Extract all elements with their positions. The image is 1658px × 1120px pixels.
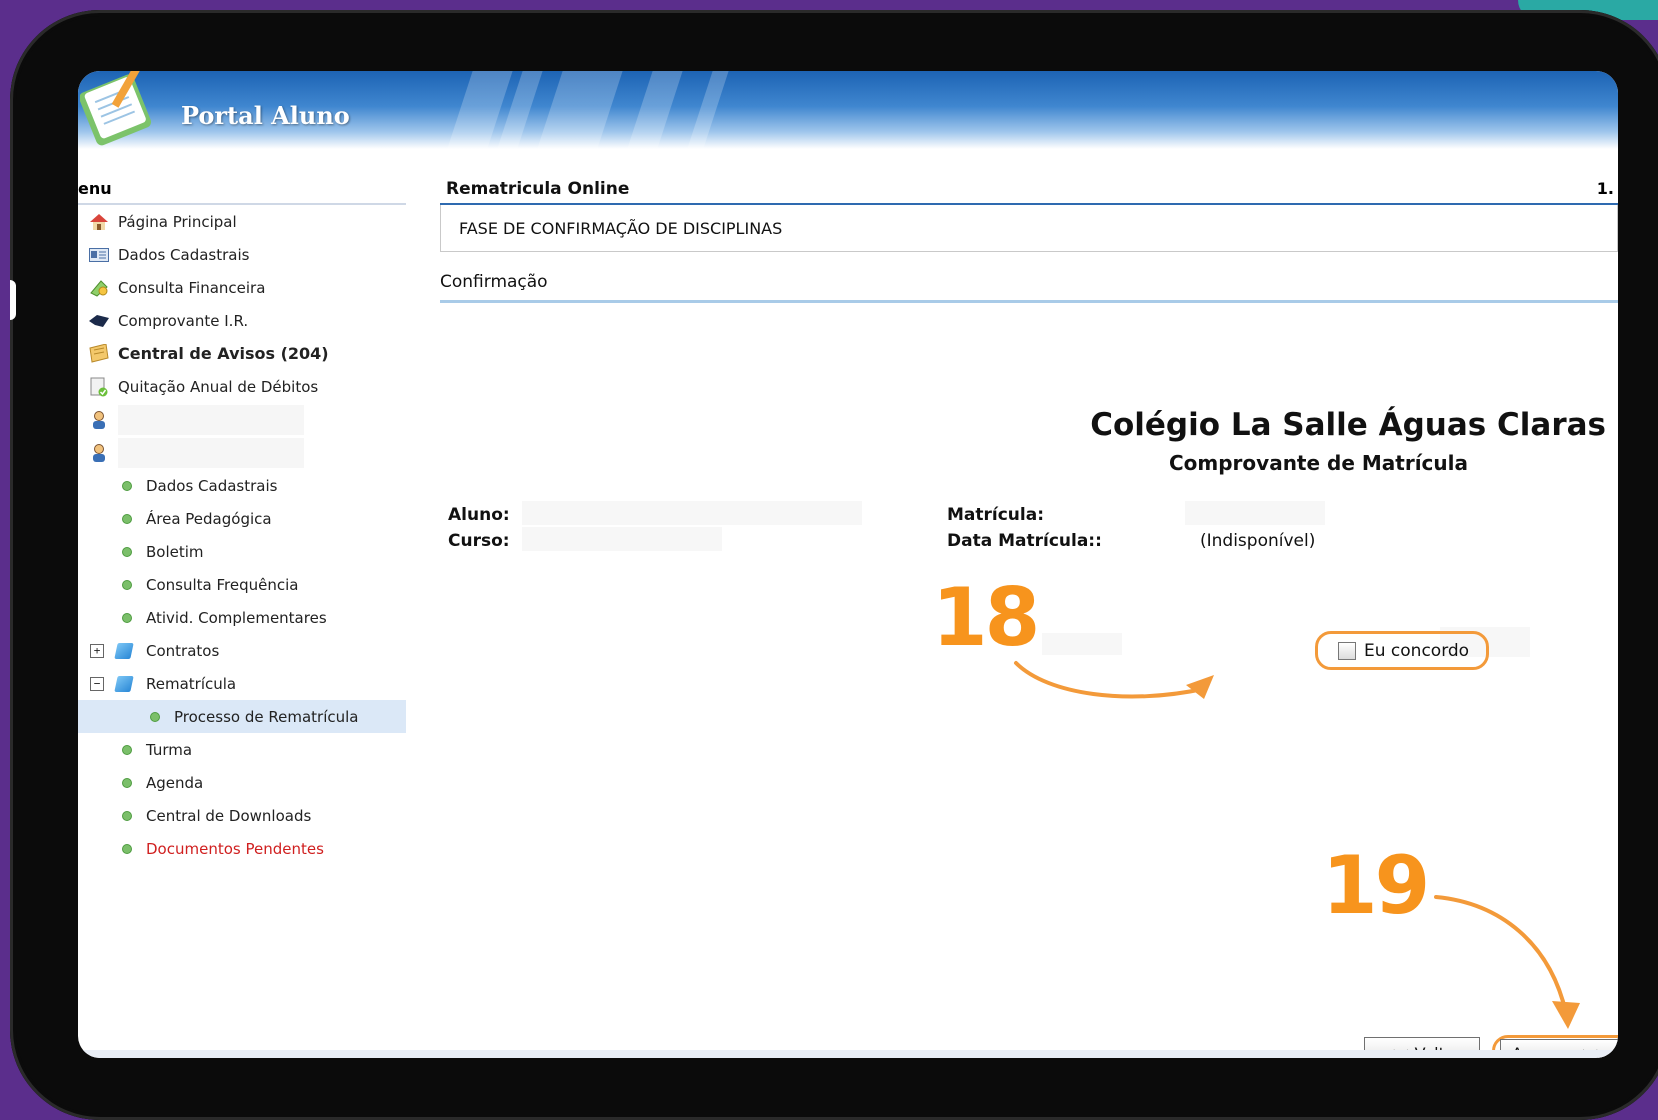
phase-box: FASE DE CONFIRMAÇÃO DE DISCIPLINAS xyxy=(440,205,1618,252)
sidebar-item-label: Dados Cadastrais xyxy=(146,476,278,495)
folder-icon xyxy=(114,642,134,659)
sidebar-item-consulta-financeira[interactable]: Consulta Financeira xyxy=(78,271,406,304)
sidebar-item-label: Rematrícula xyxy=(146,674,237,693)
tablet-side-button xyxy=(10,280,16,320)
section-page-indicator: 1. xyxy=(1596,179,1614,198)
bullet-icon xyxy=(122,480,132,491)
sidebar-item-label: Turma xyxy=(146,740,193,759)
sidebar-item-label: Ativid. Complementares xyxy=(146,608,327,627)
document-title: Comprovante de Matrícula xyxy=(1168,451,1468,475)
agree-label: Eu concordo xyxy=(1364,640,1470,661)
sidebar-item-label: Consulta Frequência xyxy=(146,575,299,594)
sidebar-item-user-2[interactable] xyxy=(78,436,406,469)
redacted-curso xyxy=(522,527,722,551)
confirmation-heading: Confirmação xyxy=(440,272,1618,303)
folder-icon xyxy=(114,675,134,692)
phase-label: FASE DE CONFIRMAÇÃO DE DISCIPLINAS xyxy=(459,218,783,238)
sidebar-item-user-1[interactable] xyxy=(78,403,406,436)
section-title: Rematricula Online xyxy=(440,179,1618,205)
sidebar-item-pagina-principal[interactable]: Página Principal xyxy=(78,205,406,238)
screen-bottom-bar xyxy=(78,1050,1618,1058)
school-name: Colégio La Salle Águas Claras xyxy=(1090,407,1606,443)
sidebar-item-label: Dados Cadastrais xyxy=(118,245,250,264)
app-title: Portal Aluno xyxy=(181,101,350,130)
house-icon xyxy=(88,212,110,232)
sidebar-item-label: Área Pedagógica xyxy=(146,509,272,528)
sidebar-item-label: Quitação Anual de Débitos xyxy=(118,377,319,396)
sidebar-item-dados-cadastrais-aluno[interactable]: Dados Cadastrais xyxy=(78,469,406,502)
bullet-icon xyxy=(122,579,132,590)
bullet-icon xyxy=(122,513,132,524)
data-matricula-value: (Indisponível) xyxy=(1200,531,1316,551)
sidebar-item-turma[interactable]: Turma xyxy=(78,733,406,766)
sidebar-item-dados-cadastrais[interactable]: Dados Cadastrais xyxy=(78,238,406,271)
header-banner: Portal Aluno xyxy=(78,71,1618,149)
redacted-matricula xyxy=(1185,501,1325,525)
sidebar-item-consulta-frequencia[interactable]: Consulta Frequência xyxy=(78,568,406,601)
money-icon xyxy=(88,278,110,298)
id-card-icon xyxy=(88,245,110,265)
matricula-label: Matrícula: xyxy=(947,505,1045,525)
sidebar-item-central-de-avisos[interactable]: Central de Avisos (204) xyxy=(78,337,406,370)
user-icon xyxy=(88,443,110,463)
main-content: Rematricula Online 1. FASE DE CONFIRMAÇÃ… xyxy=(440,179,1618,1058)
collapse-icon[interactable]: − xyxy=(90,676,104,691)
sidebar: enu Página Principal Dados Cadastrais Co… xyxy=(78,179,406,865)
agree-checkbox[interactable] xyxy=(1338,641,1356,660)
redacted-aluno xyxy=(522,501,862,525)
bullet-icon xyxy=(122,612,132,623)
sidebar-item-agenda[interactable]: Agenda xyxy=(78,766,406,799)
sidebar-item-label: Central de Downloads xyxy=(146,806,312,825)
sidebar-item-label: Processo de Rematrícula xyxy=(174,707,359,726)
arrow-19-icon xyxy=(1434,895,1580,1029)
sidebar-item-label: Contratos xyxy=(146,641,220,660)
expand-icon[interactable]: + xyxy=(90,643,104,658)
bullet-icon xyxy=(122,843,132,854)
menu-title: enu xyxy=(78,179,406,205)
redacted-block xyxy=(1042,633,1122,655)
sidebar-item-comprovante-ir[interactable]: Comprovante I.R. xyxy=(78,304,406,337)
sidebar-item-boletim[interactable]: Boletim xyxy=(78,535,406,568)
bullet-icon xyxy=(150,711,160,722)
megaphone-icon xyxy=(88,343,110,364)
step-19-annotation: 19 xyxy=(1322,839,1430,932)
sidebar-item-label: Boletim xyxy=(146,542,204,561)
sidebar-item-ativid-complementares[interactable]: Ativid. Complementares xyxy=(78,601,406,634)
sidebar-item-quitacao-anual[interactable]: Quitação Anual de Débitos xyxy=(78,370,406,403)
sidebar-item-label: Consulta Financeira xyxy=(118,278,266,297)
redacted-name xyxy=(118,437,304,468)
agree-checkbox-group[interactable]: Eu concordo xyxy=(1315,631,1489,670)
step-18-annotation: 18 xyxy=(932,571,1040,664)
lion-icon xyxy=(88,311,110,331)
arrow-18-icon xyxy=(1014,661,1214,699)
bullet-icon xyxy=(122,546,132,557)
sidebar-item-label: Comprovante I.R. xyxy=(118,311,249,330)
aluno-label: Aluno: xyxy=(448,505,510,525)
sidebar-item-contratos[interactable]: + Contratos xyxy=(78,634,406,667)
document-check-icon xyxy=(88,377,110,397)
sidebar-item-label: Agenda xyxy=(146,773,204,792)
bullet-icon xyxy=(122,744,132,755)
sidebar-item-label: Página Principal xyxy=(118,212,237,231)
user-icon xyxy=(88,410,110,430)
sidebar-item-documentos-pendentes[interactable]: Documentos Pendentes xyxy=(78,832,406,865)
sidebar-item-rematricula[interactable]: − Rematrícula xyxy=(78,667,406,700)
bullet-icon xyxy=(122,777,132,788)
sidebar-item-area-pedagogica[interactable]: Área Pedagógica xyxy=(78,502,406,535)
portal-screen: Portal Aluno enu Página Principal Dados … xyxy=(78,71,1618,1058)
book-logo-icon xyxy=(80,71,152,146)
sidebar-item-processo-de-rematricula[interactable]: Processo de Rematrícula xyxy=(78,700,406,733)
data-matricula-label: Data Matrícula:: xyxy=(947,531,1102,551)
bullet-icon xyxy=(122,810,132,821)
redacted-name xyxy=(118,404,304,435)
sidebar-item-label: Central de Avisos (204) xyxy=(118,344,329,363)
sidebar-item-label: Documentos Pendentes xyxy=(146,839,324,858)
sidebar-item-central-de-downloads[interactable]: Central de Downloads xyxy=(78,799,406,832)
tablet-frame: Portal Aluno enu Página Principal Dados … xyxy=(10,10,1658,1120)
curso-label: Curso: xyxy=(448,531,510,551)
